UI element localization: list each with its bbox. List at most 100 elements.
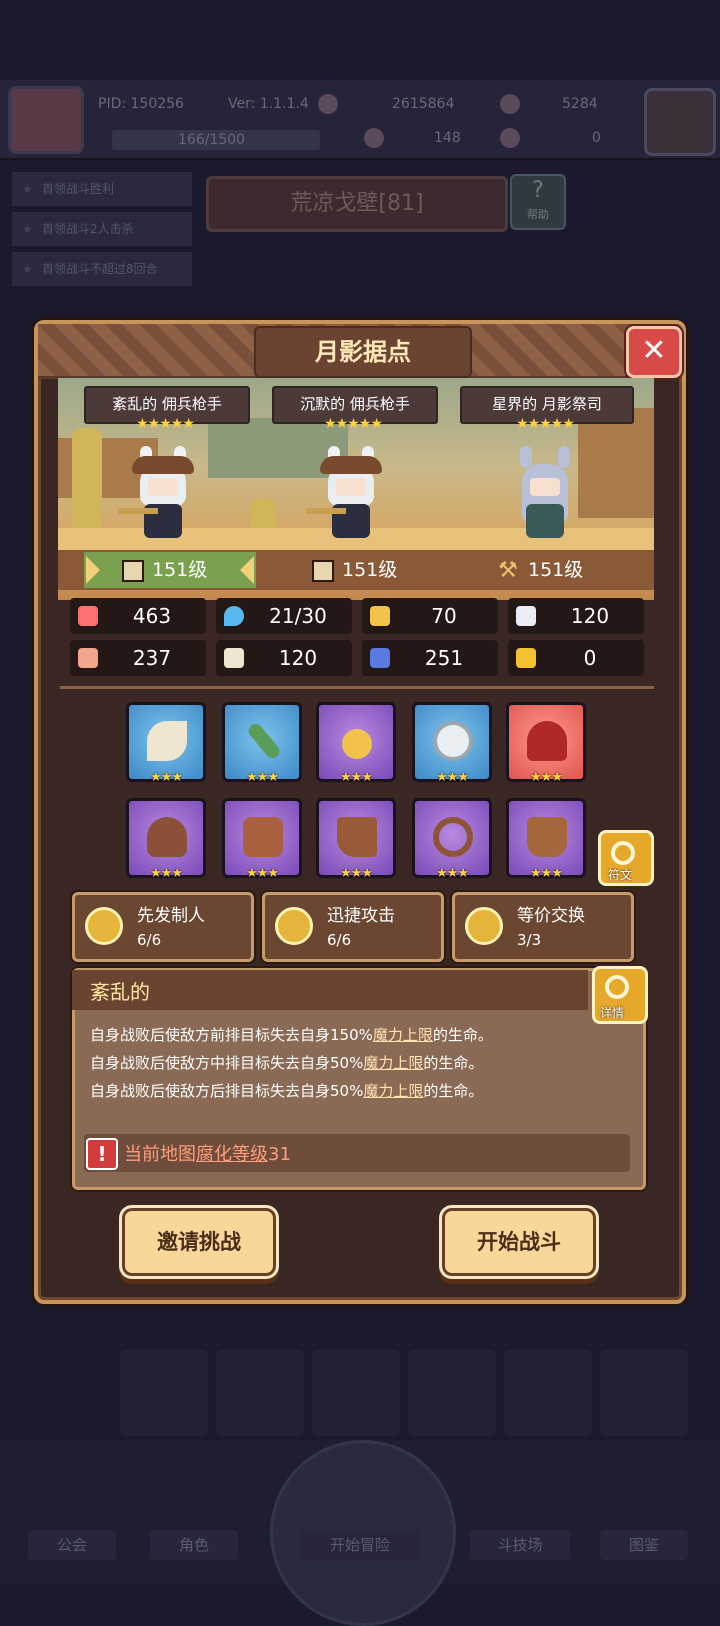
affix-title: 紊乱的: [90, 980, 150, 1004]
equip-slot-shoulder[interactable]: ★★★: [126, 798, 206, 881]
help-label: 帮助: [527, 208, 549, 221]
equip-slot-boots[interactable]: ★★★: [506, 798, 586, 881]
modal-title: 月影据点: [254, 326, 472, 378]
stat-luck: 0: [508, 640, 644, 676]
coin-icon: [318, 94, 338, 114]
grid-cell: [120, 1350, 208, 1436]
stat-resist: 251: [362, 640, 498, 676]
boots-icon: [527, 817, 567, 857]
gem-amount: 5284: [562, 96, 598, 112]
start-battle-button[interactable]: 开始战斗: [442, 1208, 596, 1276]
level-badge-icon: [312, 559, 334, 582]
settings-gear-icon[interactable]: [644, 88, 716, 156]
hero-stars-2: ★★★★★: [324, 416, 383, 432]
nav-character[interactable]: 角色: [150, 1530, 238, 1560]
equip-slot-ring[interactable]: ★★★: [412, 702, 492, 785]
level-text-3: 151级: [528, 559, 584, 581]
wrench-icon: ⚒: [498, 557, 518, 583]
mana-limit-link[interactable]: 魔力上限: [373, 1026, 433, 1044]
hero-sprite-priest[interactable]: [500, 446, 590, 542]
question-icon: ?: [532, 178, 544, 203]
hero-sprite-gunner-2[interactable]: [306, 446, 396, 542]
hero-level-3[interactable]: ⚒ 151级: [498, 552, 583, 588]
mana-drop-icon: [224, 606, 244, 626]
affix-line-3: 自身战败后使敌方后排目标失去自身50%魔力上限的生命。: [90, 1082, 484, 1100]
skill-card-2[interactable]: 迅捷攻击 6/6: [262, 892, 444, 962]
stat-hp: 463: [70, 598, 206, 634]
equip-slot-belt[interactable]: ★★★: [412, 798, 492, 881]
level-text-1: 151级: [152, 559, 208, 581]
skill-name-2: 迅捷攻击: [327, 906, 395, 926]
level-text-2: 151级: [342, 559, 398, 581]
stamina-value: 166/1500: [178, 132, 246, 148]
equip-slot-arrow[interactable]: ★★★: [222, 702, 302, 785]
equip-slot-amulet[interactable]: ★★★: [316, 702, 396, 785]
affix-line-1: 自身战败后使敌方前排目标失去自身150%魔力上限的生命。: [90, 1026, 493, 1044]
hero-sprite-gunner-1[interactable]: [118, 446, 208, 542]
hero-level-2[interactable]: 151级: [312, 552, 397, 588]
belt-icon: [433, 817, 473, 857]
fist-icon: [78, 648, 98, 668]
clover-icon: [364, 128, 384, 148]
corruption-warning: 当前地图腐化等级31: [124, 1144, 291, 1165]
equip-slot-greave[interactable]: ★★★: [316, 798, 396, 881]
corruption-level-link[interactable]: 腐化等级: [196, 1144, 268, 1165]
amulet-icon: [342, 729, 372, 759]
horseshoe-icon: [516, 648, 536, 668]
skill-coin-icon: [465, 907, 503, 945]
clover-amount: 148: [434, 130, 461, 146]
nav-guild[interactable]: 公会: [28, 1530, 116, 1560]
skill-name-3: 等价交换: [517, 906, 585, 926]
arrow-icon: [245, 721, 283, 761]
side-task-3: 首领战斗不超过8回合: [12, 252, 192, 286]
mana-limit-link[interactable]: 魔力上限: [363, 1054, 423, 1072]
book-icon: [224, 648, 244, 668]
magnifier-icon: [605, 975, 629, 999]
stat-speed: 120: [508, 598, 644, 634]
skill-card-3[interactable]: 等价交换 3/3: [452, 892, 634, 962]
stat-attack: 237: [70, 640, 206, 676]
equip-slot-helmet[interactable]: ★★★: [506, 702, 586, 785]
shoulder-pad-icon: [147, 817, 187, 857]
chevron-right-icon: [86, 556, 100, 584]
stat-defense: 70: [362, 598, 498, 634]
close-icon: ✕: [641, 333, 667, 368]
close-button[interactable]: ✕: [626, 326, 682, 378]
skill-count-1: 6/6: [137, 931, 162, 949]
map-title: 荒凉戈壁[81]: [206, 176, 508, 232]
grid-cell: [408, 1350, 496, 1436]
hero-stars-1: ★★★★★: [136, 416, 195, 432]
stat-mana: 21/30: [216, 598, 352, 634]
nav-codex[interactable]: 图鉴: [600, 1530, 688, 1560]
skill-count-2: 6/6: [327, 931, 352, 949]
skill-coin-icon: [85, 907, 123, 945]
affix-line-2: 自身战败后使敌方中排目标失去自身50%魔力上限的生命。: [90, 1054, 484, 1072]
nav-start-adventure[interactable]: 开始冒险: [300, 1530, 420, 1560]
heart-icon: [78, 606, 98, 626]
helmet-icon: [527, 721, 567, 761]
shield-icon: [370, 606, 390, 626]
skill-card-1[interactable]: 先发制人 6/6: [72, 892, 254, 962]
grid-cell: [216, 1350, 304, 1436]
detail-label: 详情: [600, 1006, 625, 1020]
gem-icon: [500, 94, 520, 114]
hero-level-1[interactable]: 151级: [122, 552, 207, 588]
skill-coin-icon: [275, 907, 313, 945]
grid-cell: [600, 1350, 688, 1436]
skill-count-3: 3/3: [517, 931, 542, 949]
rune-label: 符文: [608, 868, 633, 882]
level-badge-icon: [122, 559, 144, 582]
side-task-2: 首领战斗2人击杀: [12, 212, 192, 246]
warning-icon: !: [86, 1138, 118, 1170]
side-task-1: 首领战斗胜利: [12, 172, 192, 206]
version-label: Ver: 1.1.1.4: [228, 96, 309, 112]
nav-arena[interactable]: 斗技场: [470, 1530, 570, 1560]
equip-slot-armor[interactable]: ★★★: [222, 798, 302, 881]
equip-slot-bow[interactable]: ★★★: [126, 702, 206, 785]
invite-challenge-button[interactable]: 邀请挑战: [122, 1208, 276, 1276]
help-button[interactable]: ? 帮助: [510, 174, 566, 230]
mana-limit-link[interactable]: 魔力上限: [363, 1082, 423, 1100]
player-avatar[interactable]: [8, 86, 84, 154]
key-icon: [500, 128, 520, 148]
top-status-bar: [0, 80, 720, 160]
